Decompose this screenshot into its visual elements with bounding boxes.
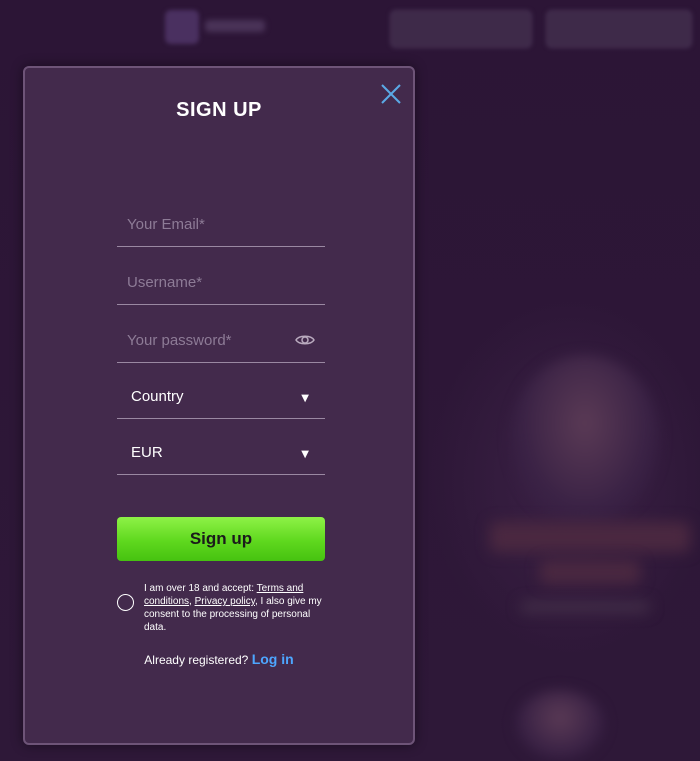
country-select-value: Country [131,388,184,405]
background-logo [165,10,199,44]
modal-title: SIGN UP [176,99,262,121]
background-brand [205,20,265,32]
username-field[interactable] [117,261,325,304]
chevron-down-icon: ▼ [301,393,309,404]
password-field[interactable] [117,319,325,362]
background-header-button [546,10,692,48]
login-link[interactable]: Log in [252,651,294,667]
login-prompt: Already registered? [144,653,252,667]
background-promo-subtitle [520,602,650,612]
consent-text: I am over 18 and accept: Terms and condi… [144,582,326,634]
eye-icon[interactable] [295,332,315,348]
email-field[interactable] [117,203,325,246]
email-field-wrapper [117,203,325,247]
background-promo-title [540,560,640,584]
password-field-wrapper [117,319,325,363]
login-prompt-line: Already registered? Log in [25,651,413,667]
background-promo-title [490,522,690,552]
currency-select[interactable]: EUR ▼ [117,433,325,475]
chevron-down-icon: ▼ [301,449,309,460]
currency-select-value: EUR [131,444,163,461]
privacy-policy-link[interactable]: Privacy policy [195,596,255,607]
signup-button[interactable]: Sign up [117,517,325,561]
country-select[interactable]: Country ▼ [117,377,325,419]
signup-modal: SIGN UP Country ▼ EUR ▼ Sign up I am ove… [23,66,415,745]
consent-checkbox[interactable] [117,594,134,611]
background-figure [515,690,605,760]
background-header-button [390,10,532,48]
username-field-wrapper [117,261,325,305]
background-figure [510,355,660,525]
consent-prefix: I am over 18 and accept: [144,583,257,594]
